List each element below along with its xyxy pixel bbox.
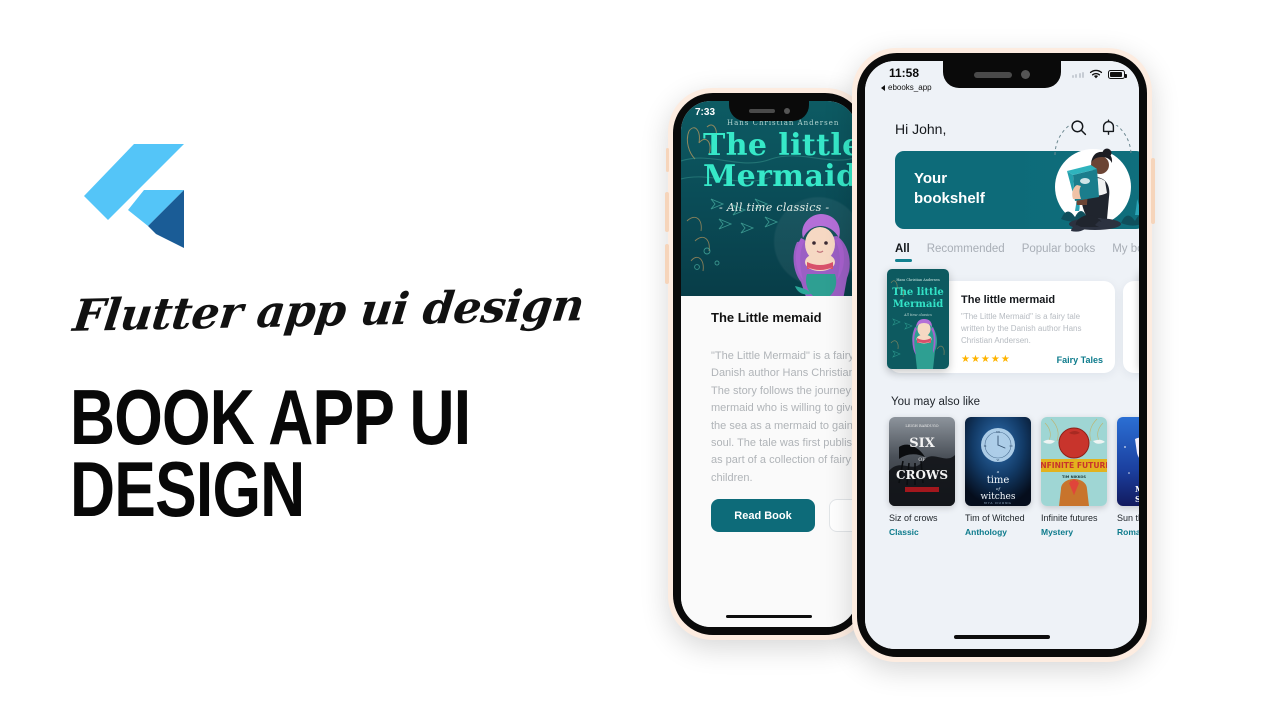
speaker-icon (748, 109, 775, 113)
recommendation-name: Siz of crows (889, 513, 938, 523)
svg-text:Mermaid: Mermaid (893, 299, 944, 310)
tab-popular-books[interactable]: Popular books (1022, 243, 1096, 262)
hero-title: The little Mermaid (703, 128, 857, 194)
book-hero-image: Hans Christian Andersen The little Merma… (681, 101, 857, 296)
rating-stars: ★★★★★ (961, 354, 1011, 365)
phone-screen-right: 11:58 ebooks_app Hi John, Your bookshelf… (865, 61, 1139, 649)
book-detail-sheet: The Little memaid "The Little Mermaid" i… (681, 296, 857, 627)
svg-text:VI: VI (996, 458, 1000, 462)
greeting-text: Hi John, (895, 121, 947, 137)
recommendation-item[interactable]: JUNE ROWLING THE SUN MOON STARS Sun the (1117, 417, 1139, 537)
promo-main-title: BOOK APP UI DESIGN (70, 373, 471, 533)
side-button-mute-left[interactable] (666, 148, 669, 172)
tab-recommended[interactable]: Recommended (927, 243, 1005, 262)
recommendation-name: Tim of Witched (965, 513, 1025, 523)
recommendation-name: Sun the (1117, 513, 1139, 523)
svg-text:All time classics: All time classics (903, 313, 932, 317)
book-cover-time-of-witches: XII III VI IX a time of witches MYA DUON… (965, 417, 1031, 506)
svg-text:The little: The little (892, 287, 944, 298)
battery-icon (1108, 70, 1127, 79)
status-bar-time: 11:58 (889, 66, 920, 80)
side-button-power-right[interactable] (1151, 158, 1155, 224)
featured-book-card[interactable]: Hans Christian Andersen The little Merma… (887, 269, 1115, 373)
book-cover-sun-moon-stars: JUNE ROWLING THE SUN MOON STARS (1117, 417, 1139, 506)
svg-text:MYA DUONG: MYA DUONG (984, 501, 1012, 505)
svg-text:III: III (1009, 444, 1012, 448)
status-bar-right: 11:58 ebooks_app (865, 61, 1139, 95)
featured-book-card-next[interactable]: YU A NOVEL BOOK TITLE (1123, 281, 1139, 373)
recommendation-genre: Romance (1117, 526, 1139, 537)
read-book-button[interactable]: Read Book (711, 499, 815, 532)
book-detail-description: "The Little Mermaid" is a fairy tale by … (711, 350, 857, 484)
promo-panel: Flutter app ui design BOOK APP UI DESIGN (0, 0, 640, 720)
svg-text:STARS: STARS (1135, 494, 1139, 504)
phone-notch-left (729, 101, 809, 121)
svg-text:MOON: MOON (1135, 484, 1139, 494)
mermaid-illustration (793, 214, 850, 296)
back-app-label: ebooks_app (888, 83, 932, 92)
svg-text:IX: IX (984, 444, 987, 448)
section-title-you-may-also-like: You may also like (891, 396, 981, 408)
svg-text:TIM NIKKOS: TIM NIKKOS (1062, 475, 1086, 479)
recommendation-item[interactable]: INFINITE FUTURE TIM NIKKOS Infinite futu… (1041, 417, 1107, 537)
svg-text:Hans Christian Andersen: Hans Christian Andersen (896, 278, 940, 282)
featured-card-title: The little mermaid (961, 294, 1056, 306)
tab-my-books[interactable]: My books (1112, 243, 1139, 262)
side-button-volume-down-left[interactable] (665, 244, 669, 284)
bookshelf-banner[interactable]: Your bookshelf (895, 125, 1139, 232)
svg-text:OF: OF (918, 457, 926, 463)
app-home-screen: 11:58 ebooks_app Hi John, Your bookshelf… (865, 61, 1139, 649)
recommendation-item[interactable]: XII III VI IX a time of witches MYA DUON… (965, 417, 1031, 537)
phone-mockup-book-detail: Hans Christian Andersen The little Merma… (665, 88, 870, 640)
recommendation-name: Infinite futures (1041, 513, 1098, 523)
phone-mockup-home: 11:58 ebooks_app Hi John, Your bookshelf… (852, 48, 1155, 662)
recommendation-genre: Anthology (965, 526, 1008, 537)
recommendation-item[interactable]: LEIGH BARDUGO SIX OF CROWS Siz of crows … (889, 417, 955, 537)
home-indicator-left[interactable] (726, 615, 812, 618)
category-tabs[interactable]: All Recommended Popular books My books (895, 243, 1139, 262)
promo-script-title: Flutter app ui design (70, 280, 587, 342)
book-detail-title: The Little memaid (711, 310, 822, 325)
recommendation-grid: LEIGH BARDUGO SIX OF CROWS Siz of crows … (889, 417, 1139, 537)
screenshot-root: Flutter app ui design BOOK APP UI DESIGN (0, 0, 1280, 720)
back-arrow-icon (881, 84, 885, 91)
status-bar-indicators (1071, 69, 1127, 80)
side-button-volume-up-left[interactable] (665, 192, 669, 232)
banner-line-2: bookshelf (914, 190, 985, 208)
status-bar-time-left: 7:33 (695, 107, 716, 118)
signal-icon (1071, 71, 1084, 78)
tab-all[interactable]: All (895, 243, 912, 262)
svg-text:LEIGH BARDUGO: LEIGH BARDUGO (905, 424, 938, 428)
flutter-logo (82, 142, 186, 250)
recommendation-genre: Classic (889, 526, 919, 537)
phone-screen-left: Hans Christian Andersen The little Merma… (681, 101, 857, 627)
wifi-icon (1089, 69, 1103, 79)
home-indicator-right[interactable] (954, 635, 1050, 639)
recommendation-genre: Mystery (1041, 526, 1074, 537)
featured-card-carousel[interactable]: Hans Christian Andersen The little Merma… (865, 269, 1139, 373)
svg-text:CROWS: CROWS (896, 468, 948, 482)
book-cover-six-of-crows: LEIGH BARDUGO SIX OF CROWS (889, 417, 955, 506)
book-cover-image: Hans Christian Andersen The little Merma… (887, 269, 949, 369)
svg-text:time: time (987, 475, 1010, 486)
front-camera-icon (783, 108, 790, 114)
banner-label: Your bookshelf (914, 169, 985, 210)
featured-card-genre[interactable]: Fairy Tales (1057, 355, 1103, 365)
reading-person-illustration (1054, 125, 1139, 232)
banner-line-1: Your (914, 170, 948, 187)
svg-text:XII: XII (996, 430, 1000, 434)
featured-card-description: "The Little Mermaid" is a fairy tale wri… (961, 312, 1082, 346)
back-to-app-link[interactable]: ebooks_app (881, 83, 932, 92)
svg-text:INFINITE FUTURE: INFINITE FUTURE (1041, 461, 1107, 470)
book-cover-infinite-future: INFINITE FUTURE TIM NIKKOS (1041, 417, 1107, 506)
svg-text:SIX: SIX (909, 436, 935, 451)
